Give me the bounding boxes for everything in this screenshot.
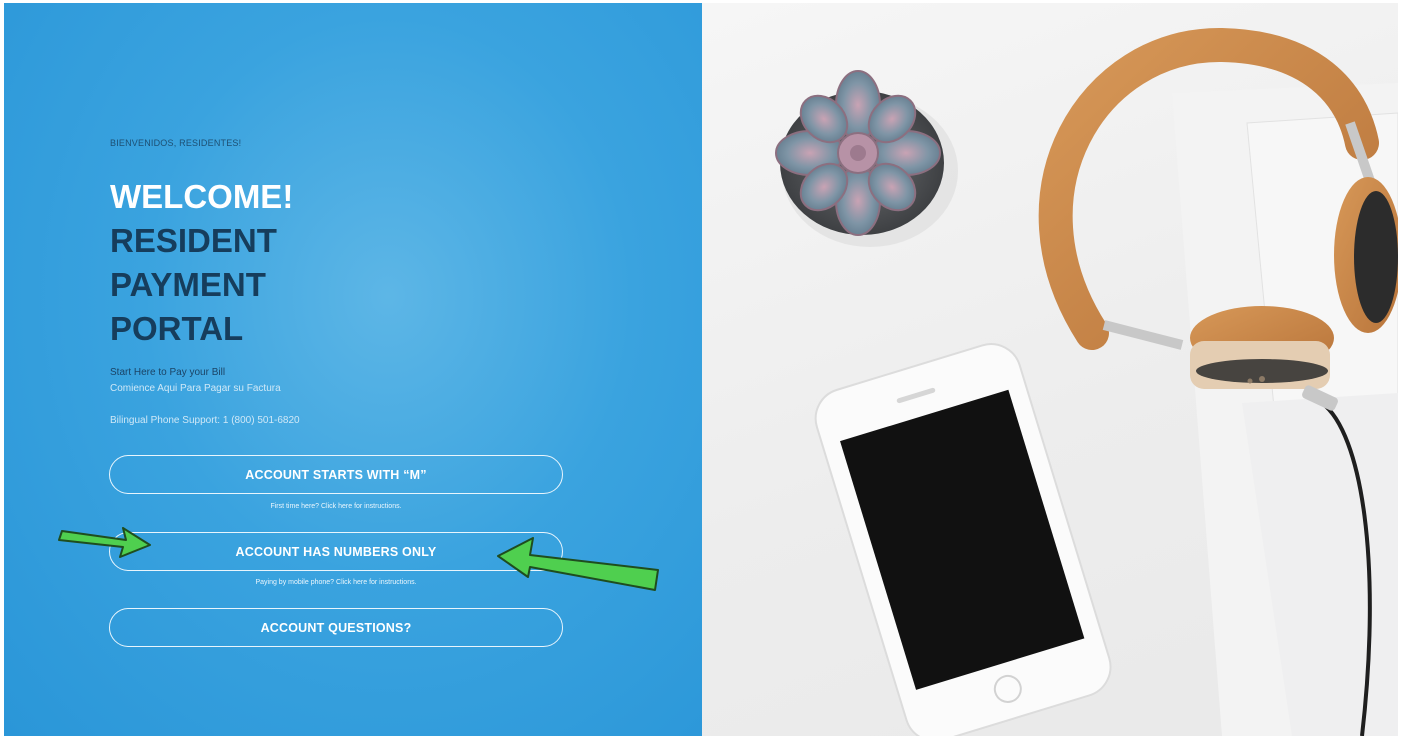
- welcome-panel: BIENVENIDOS, RESIDENTES! WELCOME! RESIDE…: [4, 3, 702, 736]
- account-questions-button[interactable]: ACCOUNT QUESTIONS?: [109, 608, 563, 647]
- smartphone: [814, 343, 1112, 736]
- hero-photo: [702, 3, 1398, 736]
- phone-support: Bilingual Phone Support: 1 (800) 501-682…: [110, 415, 300, 426]
- mobile-phone-instructions-link[interactable]: Paying by mobile phone? Click here for i…: [109, 579, 563, 586]
- title-line-payment: PAYMENT: [110, 266, 266, 303]
- title-welcome: WELCOME!: [110, 178, 294, 215]
- welcome-kicker: BIENVENIDOS, RESIDENTES!: [110, 138, 242, 148]
- title-line-portal: PORTAL: [110, 310, 244, 347]
- start-text-spanish: Comience Aqui Para Pagar su Factura: [110, 383, 281, 394]
- title-line-resident: RESIDENT: [110, 222, 277, 259]
- desk-photo-illustration: [775, 27, 1398, 736]
- account-numbers-only-button[interactable]: ACCOUNT HAS NUMBERS ONLY: [109, 532, 563, 571]
- page-title: WELCOME! RESIDENT PAYMENT PORTAL: [110, 175, 293, 351]
- start-text-english: Start Here to Pay your Bill: [110, 367, 226, 378]
- succulent-plant: [775, 70, 958, 247]
- portal-page: BIENVENIDOS, RESIDENTES! WELCOME! RESIDE…: [0, 0, 1403, 736]
- start-instructions: Start Here to Pay your Bill Comience Aqu…: [110, 365, 281, 397]
- account-starts-with-m-button[interactable]: ACCOUNT STARTS WITH “M”: [109, 455, 563, 494]
- first-time-instructions-link[interactable]: First time here? Click here for instruct…: [109, 503, 563, 510]
